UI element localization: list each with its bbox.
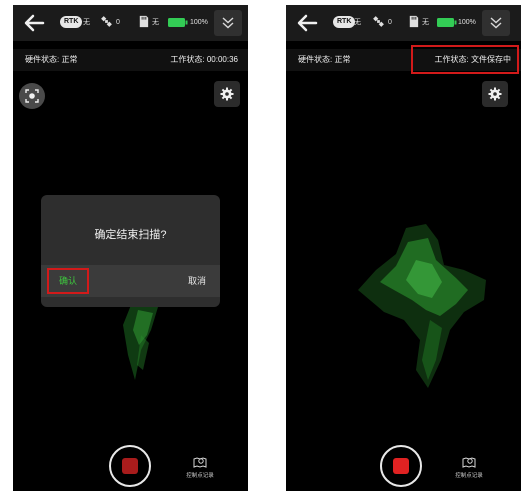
point-cloud-preview bbox=[123, 300, 158, 380]
work-status-highlight bbox=[411, 45, 519, 74]
dialog-actions: 确认 取消 bbox=[41, 265, 220, 297]
cancel-button[interactable]: 取消 bbox=[188, 268, 206, 294]
work-status: 工作状态: 00:00:36 bbox=[170, 55, 238, 64]
storage-status-value: 无 bbox=[422, 19, 429, 26]
battery-percent: 100% bbox=[458, 19, 476, 26]
control-point-record-button[interactable]: 控制点记录 bbox=[449, 453, 489, 483]
control-point-label: 控制点记录 bbox=[455, 473, 483, 479]
dialog-message: 确定结束扫描? bbox=[94, 229, 167, 241]
status-info-bar: 硬件状态: 正常 工作状态: 00:00:36 bbox=[13, 49, 248, 71]
satellite-count: 0 bbox=[116, 19, 120, 26]
map-pin-icon bbox=[193, 457, 207, 468]
battery-icon bbox=[437, 18, 457, 27]
rtk-status-value: 无 bbox=[354, 19, 361, 26]
left-phone-screen: RTK 无 0 无 100% 硬件状态: 正常 工作状态: 00:00:36 确… bbox=[13, 5, 248, 491]
rtk-badge: RTK bbox=[60, 16, 83, 28]
battery-percent: 100% bbox=[190, 19, 208, 26]
gear-icon bbox=[488, 87, 502, 101]
settings-button[interactable] bbox=[482, 81, 508, 107]
sd-card-icon bbox=[409, 15, 419, 28]
collapse-menu-button[interactable] bbox=[214, 10, 242, 36]
end-scan-dialog: 确定结束扫描? 确认 取消 bbox=[41, 195, 220, 307]
back-arrow-icon[interactable] bbox=[296, 12, 318, 34]
double-chevron-down-icon bbox=[222, 17, 234, 29]
double-chevron-down-icon bbox=[490, 17, 502, 29]
record-stop-button[interactable] bbox=[380, 445, 422, 487]
battery-icon bbox=[168, 18, 188, 27]
sd-card-icon bbox=[139, 15, 149, 28]
gear-icon bbox=[220, 87, 234, 101]
focus-target-icon bbox=[25, 89, 39, 103]
right-phone-screen: RTK 无 0 无 100% 硬件状态: 正常 工作状态: 文件保存中 控制点记… bbox=[286, 5, 521, 491]
rtk-status-value: 无 bbox=[83, 19, 90, 26]
map-pin-icon bbox=[462, 457, 476, 468]
collapse-menu-button[interactable] bbox=[482, 10, 510, 36]
settings-button[interactable] bbox=[214, 81, 240, 107]
satellite-count: 0 bbox=[388, 19, 392, 26]
point-cloud-view bbox=[358, 224, 486, 388]
hardware-status: 硬件状态: 正常 bbox=[25, 55, 78, 64]
hardware-status: 硬件状态: 正常 bbox=[298, 55, 351, 64]
back-arrow-icon[interactable] bbox=[23, 12, 45, 34]
rtk-badge: RTK bbox=[333, 16, 356, 28]
confirm-button[interactable]: 确认 bbox=[47, 268, 89, 294]
stop-square-icon bbox=[122, 458, 138, 474]
status-bar: RTK 无 0 无 100% bbox=[13, 5, 248, 41]
status-bar: RTK 无 0 无 100% bbox=[286, 5, 521, 41]
satellite-icon bbox=[373, 16, 384, 27]
record-stop-button[interactable] bbox=[109, 445, 151, 487]
satellite-icon bbox=[101, 16, 112, 27]
control-point-label: 控制点记录 bbox=[186, 473, 214, 479]
recenter-view-button[interactable] bbox=[19, 83, 45, 109]
control-point-record-button[interactable]: 控制点记录 bbox=[180, 453, 220, 483]
storage-status-value: 无 bbox=[152, 19, 159, 26]
stop-square-icon bbox=[393, 458, 409, 474]
